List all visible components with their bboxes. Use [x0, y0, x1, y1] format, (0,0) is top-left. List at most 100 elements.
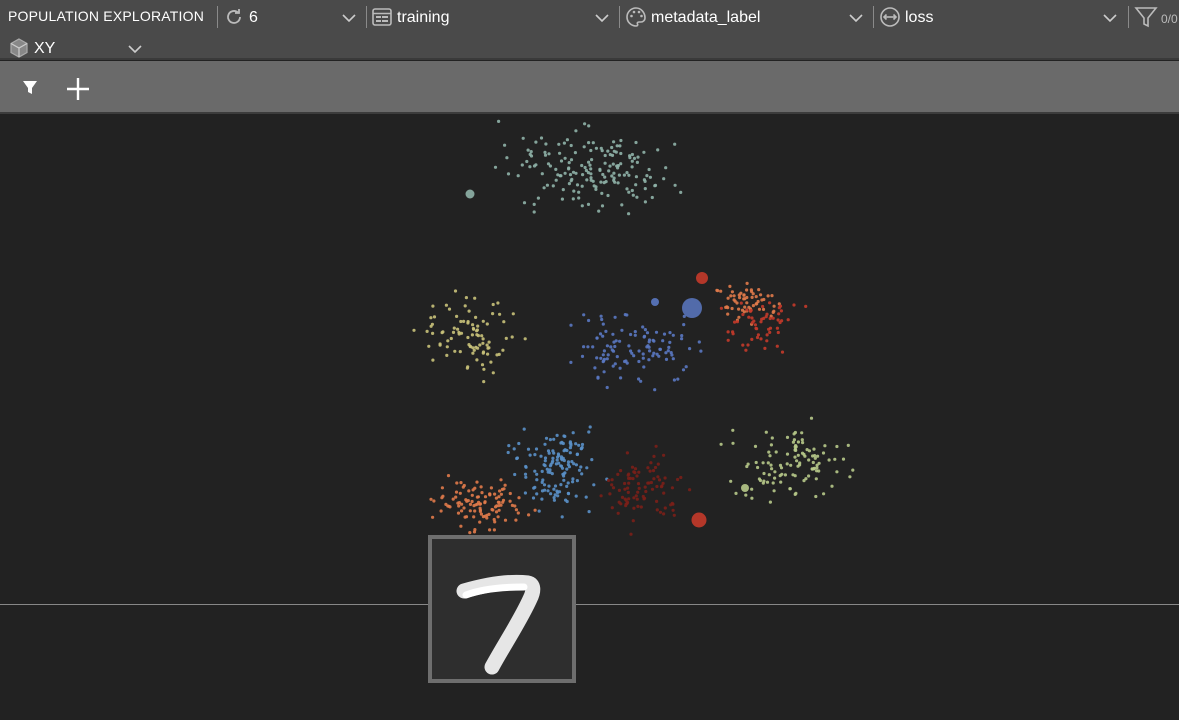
scatter-point[interactable]	[559, 159, 564, 163]
scatter-point[interactable]	[615, 355, 619, 359]
scatter-point[interactable]	[600, 204, 605, 208]
scatter-point[interactable]	[432, 315, 437, 319]
scatter-point[interactable]	[455, 314, 459, 318]
scatter-point[interactable]	[639, 505, 643, 509]
scatter-point[interactable]	[629, 532, 633, 536]
scatter-point[interactable]	[595, 356, 599, 360]
scatter-point[interactable]	[587, 124, 591, 128]
scatter-point[interactable]	[647, 338, 652, 342]
scatter-point[interactable]	[662, 453, 666, 457]
scatter-point[interactable]	[468, 344, 472, 348]
scatter-point[interactable]	[438, 343, 442, 347]
scatter-point[interactable]	[552, 437, 556, 441]
scatter-point[interactable]	[574, 494, 578, 498]
scatter-point[interactable]	[453, 289, 458, 293]
scatter-point[interactable]	[497, 119, 501, 123]
scatter-point[interactable]	[568, 451, 572, 455]
scatter-point[interactable]	[483, 500, 487, 504]
scatter-point[interactable]	[429, 497, 433, 501]
scatter-point[interactable]	[580, 442, 585, 447]
scatter-point[interactable]	[491, 312, 495, 316]
filter-icon[interactable]	[20, 78, 40, 98]
scatter-point[interactable]	[608, 492, 612, 496]
scatter-point[interactable]	[526, 447, 531, 451]
scatter-point[interactable]	[512, 447, 516, 451]
scatter-point[interactable]	[753, 323, 758, 327]
scatter-point[interactable]	[466, 320, 470, 324]
scatter-point[interactable]	[620, 495, 625, 499]
scatter-point[interactable]	[574, 463, 579, 467]
scatter-point[interactable]	[444, 303, 448, 307]
scatter-point[interactable]	[637, 486, 641, 490]
scatter-point[interactable]	[667, 345, 671, 349]
scatter-point[interactable]	[812, 447, 816, 451]
scatter-point[interactable]	[565, 467, 569, 471]
scatter-point[interactable]	[604, 180, 608, 184]
scatter-point[interactable]	[766, 461, 770, 465]
scatter-point[interactable]	[780, 319, 784, 323]
scatter-point[interactable]	[430, 322, 434, 326]
scatter-point[interactable]	[636, 490, 640, 494]
scatter-point[interactable]	[719, 306, 724, 310]
scatter-point[interactable]	[472, 327, 476, 331]
scatter-point[interactable]	[473, 296, 477, 300]
scatter-point[interactable]	[684, 365, 688, 369]
scatter-point[interactable]	[514, 508, 519, 512]
scatter-point[interactable]	[611, 162, 615, 166]
scatter-point[interactable]	[754, 302, 758, 306]
scatter-point[interactable]	[601, 322, 605, 326]
scatter-point[interactable]	[715, 288, 719, 292]
scatter-point[interactable]	[563, 156, 567, 160]
scatter-point[interactable]	[731, 441, 735, 445]
scatter-point[interactable]	[770, 294, 774, 298]
scatter-point[interactable]	[737, 307, 741, 311]
scatter-point[interactable]	[657, 478, 662, 482]
scatter-point[interactable]	[770, 467, 774, 471]
scatter-point[interactable]	[609, 345, 613, 349]
scatter-point[interactable]	[447, 504, 451, 508]
scatter-point[interactable]	[793, 448, 797, 452]
scatter-point[interactable]	[522, 427, 526, 431]
scatter-point[interactable]	[456, 511, 461, 515]
scatter-point[interactable]	[504, 336, 508, 340]
scatter-point[interactable]	[792, 303, 796, 307]
scatter-point[interactable]	[472, 530, 477, 534]
scatter-point[interactable]	[528, 165, 532, 169]
scatter-point[interactable]	[771, 310, 775, 314]
scatter-point[interactable]	[783, 473, 788, 477]
scatter-point[interactable]	[463, 304, 467, 308]
scatter-point[interactable]	[663, 476, 667, 480]
scatter-point[interactable]	[523, 472, 528, 476]
scatter-point[interactable]	[533, 485, 537, 489]
scatter-point[interactable]	[743, 305, 747, 309]
scatter-point[interactable]	[730, 306, 734, 311]
scatter-point[interactable]	[741, 312, 745, 317]
scatter-point[interactable]	[516, 174, 520, 178]
scatter-point[interactable]	[489, 486, 493, 490]
scatter-point[interactable]	[759, 293, 763, 297]
scatter-point[interactable]	[543, 153, 548, 157]
scatter-point[interactable]	[653, 183, 658, 187]
scatter-point[interactable]	[467, 489, 471, 493]
scatter-point[interactable]	[668, 340, 672, 344]
scatter-point[interactable]	[595, 336, 599, 340]
scatter-point[interactable]	[765, 480, 770, 484]
scatter-point[interactable]	[602, 370, 606, 374]
scatter-point[interactable]	[546, 489, 550, 493]
scatter-point[interactable]	[616, 511, 620, 515]
scatter-point[interactable]	[622, 173, 627, 177]
scatter-point[interactable]	[747, 315, 751, 319]
scatter-point[interactable]	[529, 150, 533, 154]
scatter-point[interactable]	[676, 477, 680, 482]
scatter-point[interactable]	[498, 489, 502, 493]
scatter-point[interactable]	[561, 456, 565, 460]
scatter-point[interactable]	[768, 500, 773, 504]
scatter-point[interactable]	[769, 443, 774, 447]
scatter-point[interactable]	[480, 363, 485, 367]
scatter-point[interactable]	[470, 499, 474, 504]
scatter-point[interactable]	[601, 172, 605, 177]
scatter-point[interactable]	[510, 503, 514, 507]
scatter-point[interactable]	[623, 359, 627, 364]
scatter-point[interactable]	[645, 331, 650, 335]
scatter-point[interactable]	[478, 520, 482, 524]
